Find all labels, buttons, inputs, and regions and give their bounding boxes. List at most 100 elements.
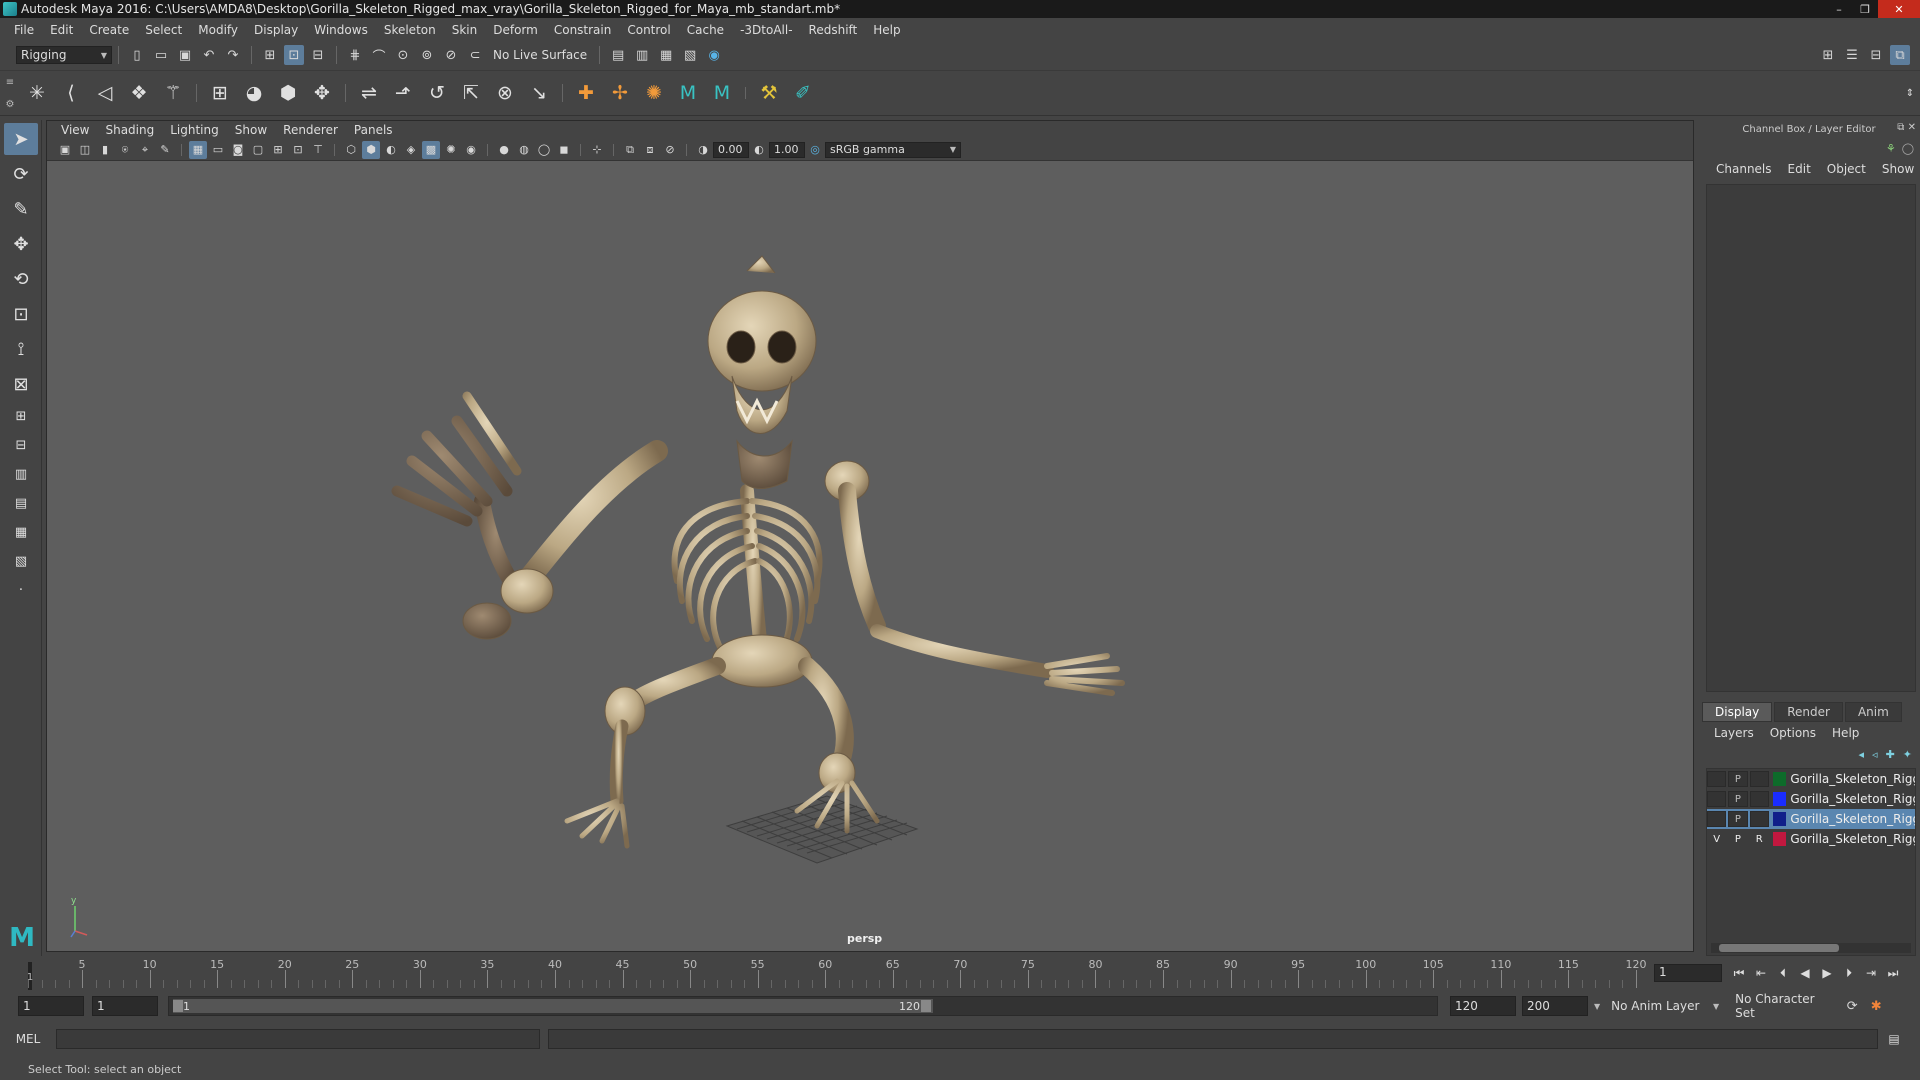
layer-color-swatch[interactable] [1772, 832, 1787, 846]
go-to-end-icon[interactable]: ⏭ [1882, 962, 1904, 984]
anti-aliasing-icon[interactable]: ◯ [535, 141, 553, 159]
layer-row[interactable]: V P R Gorilla_Skeleton_Rigg [1707, 829, 1915, 849]
new-scene-icon[interactable]: ▯ [127, 45, 147, 65]
locator-icon[interactable]: ✚ [569, 76, 603, 110]
render-view-icon[interactable]: ▧ [680, 45, 700, 65]
parent-constraint-icon[interactable]: ⊗ [488, 76, 522, 110]
menu-deform[interactable]: Deform [485, 23, 546, 37]
pole-vector-icon[interactable]: ↘ [522, 76, 556, 110]
exposure-icon[interactable]: ◑ [694, 141, 712, 159]
range-thumb[interactable] [173, 999, 933, 1013]
layer-playback-toggle[interactable]: P [1728, 771, 1748, 787]
panel-menu-show[interactable]: Show [227, 123, 275, 137]
gamma-field[interactable]: 1.00 [769, 141, 805, 158]
layer-playback-toggle[interactable]: P [1728, 831, 1747, 847]
shelf-tab-handle[interactable]: ≡ ⚙ [0, 71, 20, 115]
view-transform-dropdown[interactable]: sRGB gamma ▼ [825, 141, 961, 158]
layer-help-menu[interactable]: Help [1824, 726, 1867, 740]
redo-icon[interactable]: ↷ [223, 45, 243, 65]
command-input[interactable] [56, 1029, 540, 1049]
channel-box-toggle-icon[interactable]: ⧉ [1890, 45, 1910, 65]
lasso-icon[interactable]: ⟳ [4, 158, 38, 190]
panel-menu-view[interactable]: View [53, 123, 97, 137]
channel-box-speed-icon[interactable]: ◯ [1902, 142, 1914, 155]
layer-playback-toggle[interactable]: P [1728, 791, 1748, 807]
layer-row[interactable]: P Gorilla_Skeleton_Rigg [1707, 769, 1915, 789]
auto-key-icon[interactable]: ⟳ [1842, 996, 1862, 1016]
snap-surface-icon[interactable]: ⊘ [441, 45, 461, 65]
character-set-dropdown[interactable]: No Character Set [1730, 992, 1841, 1020]
layer-visibility-toggle[interactable]: V [1707, 831, 1726, 847]
layer-visibility-toggle[interactable] [1707, 771, 1727, 787]
layout-two-icon[interactable]: ▥ [4, 461, 38, 487]
select-object-icon[interactable]: ⊡ [284, 45, 304, 65]
exposure-field[interactable]: 0.00 [713, 141, 749, 158]
channel-show-menu[interactable]: Show [1874, 162, 1920, 176]
snap-view-icon[interactable]: ⊚ [417, 45, 437, 65]
maya-rig-icon[interactable]: M [671, 76, 705, 110]
hik-character-icon[interactable]: ✺ [637, 76, 671, 110]
attribute-editor-icon[interactable]: ☰ [1842, 45, 1862, 65]
range-start-handle[interactable] [173, 1000, 183, 1012]
rotate-icon[interactable]: ⟲ [4, 263, 38, 295]
channel-object-menu[interactable]: Object [1819, 162, 1874, 176]
wireframe-on-shaded-icon[interactable]: ◈ [402, 141, 420, 159]
panel-menu-shading[interactable]: Shading [97, 123, 162, 137]
motion-blur-icon[interactable]: ◍ [515, 141, 533, 159]
channel-box-body[interactable] [1706, 184, 1916, 692]
time-slider[interactable]: 1 5 10 15 20 25 30 35 40 45 50 55 60 65 70 75 80 85 90 95 1… [0, 956, 1920, 990]
camera-select-icon[interactable]: ▣ [56, 141, 74, 159]
new-layer-selected-icon[interactable]: ✦ [1903, 748, 1912, 761]
gamma-icon[interactable]: ◐ [750, 141, 768, 159]
layers-menu[interactable]: Layers [1706, 726, 1762, 740]
maya-skin-icon[interactable]: M [705, 76, 739, 110]
wireframe-icon[interactable]: ⬡ [342, 141, 360, 159]
paint-select-icon[interactable]: ✎ [4, 193, 38, 225]
chevron-down-icon[interactable]: ▼ [1594, 1002, 1600, 1011]
shadows-icon[interactable]: ◉ [462, 141, 480, 159]
live-surface-label[interactable]: No Live Surface [487, 48, 593, 62]
magnet-icon[interactable]: ⊂ [465, 45, 485, 65]
shelf-scroll-icon[interactable]: ⇕ [1900, 76, 1920, 110]
move-layer-down-icon[interactable]: ◃ [1872, 748, 1878, 761]
menu-constrain[interactable]: Constrain [546, 23, 620, 37]
snap-point-icon[interactable]: ⊙ [393, 45, 413, 65]
layer-color-swatch[interactable] [1772, 792, 1787, 806]
layer-row[interactable]: P Gorilla_Skeleton_Rigg [1707, 789, 1915, 809]
select-hierarchy-icon[interactable]: ⊞ [260, 45, 280, 65]
bookmark-icon[interactable]: ▮ [96, 141, 114, 159]
render-settings-icon[interactable]: ▤ [608, 45, 628, 65]
bounding-box-icon[interactable]: ◐ [382, 141, 400, 159]
ipr-render-icon[interactable]: ▦ [656, 45, 676, 65]
depth-of-field-icon[interactable]: ◼ [555, 141, 573, 159]
tab-render[interactable]: Render [1774, 702, 1843, 722]
layout-custom-icon[interactable]: ▧ [4, 548, 38, 574]
paint-weights-icon[interactable]: ◕ [237, 76, 271, 110]
step-forward-frame-icon[interactable]: ⏵ [1838, 962, 1860, 984]
layer-color-swatch[interactable] [1772, 812, 1787, 826]
mirror-joint-icon[interactable]: ◁ [88, 76, 122, 110]
script-language-label[interactable]: MEL [0, 1032, 56, 1046]
maximize-button[interactable]: ❐ [1852, 0, 1878, 18]
resolution-gate-icon[interactable]: ◙ [229, 141, 247, 159]
step-forward-key-icon[interactable]: ⇥ [1860, 962, 1882, 984]
grease-pencil-icon[interactable]: ✎ [156, 141, 174, 159]
color-management-icon[interactable]: ◎ [806, 141, 824, 159]
range-end-handle[interactable] [921, 1000, 931, 1012]
move-icon[interactable]: ✥ [4, 228, 38, 260]
safe-action-icon[interactable]: ⊡ [289, 141, 307, 159]
playback-start-field[interactable]: 1 [92, 996, 158, 1016]
menu-display[interactable]: Display [246, 23, 306, 37]
layer-visibility-toggle[interactable] [1707, 791, 1727, 807]
textured-icon[interactable]: ▩ [422, 140, 440, 159]
safe-title-icon[interactable]: ⊤ [309, 141, 327, 159]
xray-joints-icon[interactable]: ⧈ [641, 141, 659, 159]
orient-joint-icon[interactable]: ❖ [122, 76, 156, 110]
layout-single-icon[interactable]: ⊞ [4, 403, 38, 429]
layout-graph-icon[interactable]: ▦ [4, 519, 38, 545]
channel-edit-menu[interactable]: Edit [1780, 162, 1819, 176]
xray-components-icon[interactable]: ⊘ [661, 141, 679, 159]
menu-3dtoall[interactable]: -3DtoAll- [732, 23, 800, 37]
layout-extra-icon[interactable]: · [4, 577, 38, 603]
layout-four-icon[interactable]: ⊟ [4, 432, 38, 458]
